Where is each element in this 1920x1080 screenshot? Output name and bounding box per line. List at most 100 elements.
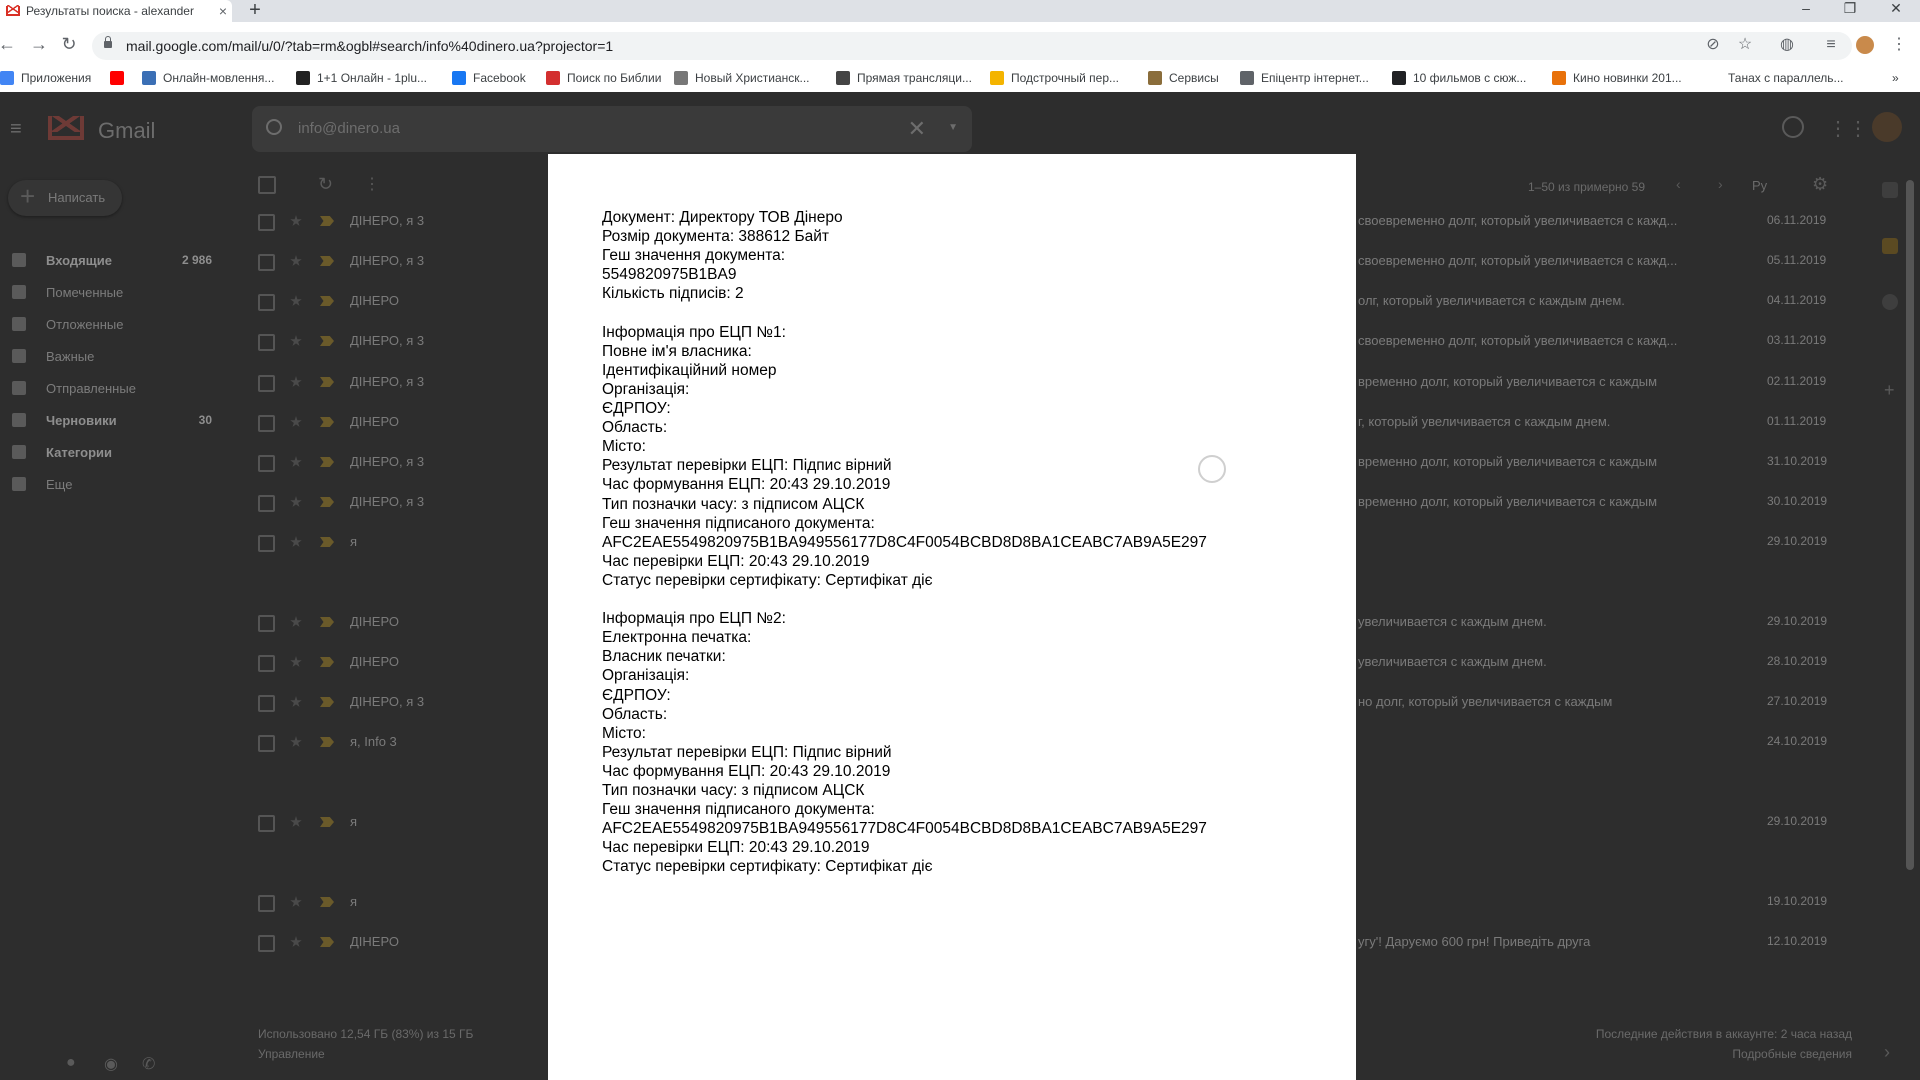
- row-checkbox[interactable]: [258, 655, 275, 672]
- row-checkbox[interactable]: [258, 695, 275, 712]
- select-all-checkbox[interactable]: [258, 176, 276, 194]
- bookmark-item[interactable]: Прямая трансляци...: [836, 71, 972, 85]
- star-icon[interactable]: [290, 376, 302, 387]
- address-bar[interactable]: mail.google.com/mail/u/0/?tab=rm&ogbl#se…: [92, 32, 1852, 60]
- row-checkbox[interactable]: [258, 294, 275, 311]
- browser-tab[interactable]: Результаты поиска - alexander ×: [0, 0, 232, 22]
- important-icon[interactable]: [320, 657, 334, 667]
- row-checkbox[interactable]: [258, 375, 275, 392]
- row-checkbox[interactable]: [258, 535, 275, 552]
- extension-globe-icon[interactable]: ◍: [1778, 36, 1796, 54]
- translate-icon[interactable]: ⊘: [1704, 36, 1722, 54]
- star-icon[interactable]: [290, 456, 302, 467]
- browser-menu-icon[interactable]: ⋮: [1890, 36, 1908, 54]
- important-icon[interactable]: [320, 296, 334, 306]
- main-menu-icon[interactable]: ≡: [10, 118, 22, 141]
- hangouts-icon[interactable]: ◉: [104, 1054, 118, 1074]
- bookmark-item[interactable]: Епіцентр інтернет...: [1240, 71, 1369, 85]
- side-panel-toggle-icon[interactable]: ›: [1884, 1042, 1890, 1063]
- bookmark-item[interactable]: Подстрочный пер...: [990, 71, 1119, 85]
- next-page-icon[interactable]: ›: [1718, 176, 1723, 192]
- row-checkbox[interactable]: [258, 735, 275, 752]
- contacts-icon[interactable]: ●: [66, 1054, 76, 1072]
- settings-gear-icon[interactable]: ⚙: [1812, 174, 1828, 195]
- star-icon[interactable]: [290, 656, 302, 667]
- row-checkbox[interactable]: [258, 415, 275, 432]
- row-checkbox[interactable]: [258, 455, 275, 472]
- bookmark-item[interactable]: Приложения: [0, 71, 91, 85]
- nav-item[interactable]: Черновики 30: [12, 410, 222, 430]
- bookmark-item[interactable]: Поиск по Библии: [546, 71, 661, 85]
- clear-search-icon[interactable]: ✕: [908, 116, 926, 142]
- important-icon[interactable]: [320, 697, 334, 707]
- nav-item[interactable]: Отложенные: [12, 314, 222, 334]
- search-input[interactable]: info@dinero.ua: [298, 120, 400, 137]
- row-checkbox[interactable]: [258, 334, 275, 351]
- star-icon[interactable]: [290, 335, 302, 346]
- search-icon[interactable]: [266, 119, 282, 135]
- more-actions-icon[interactable]: ⋮: [364, 174, 380, 194]
- important-icon[interactable]: [320, 417, 334, 427]
- prev-page-icon[interactable]: ‹: [1676, 176, 1681, 192]
- star-icon[interactable]: [290, 896, 302, 907]
- star-icon[interactable]: [290, 616, 302, 627]
- help-icon[interactable]: [1782, 116, 1804, 138]
- window-close-icon[interactable]: ✕: [1876, 0, 1916, 22]
- nav-item[interactable]: Помеченные: [12, 282, 222, 302]
- tasks-side-icon[interactable]: [1882, 294, 1898, 310]
- profile-avatar[interactable]: [1856, 36, 1874, 54]
- bookmark-item[interactable]: 1+1 Онлайн - 1plu...: [296, 71, 427, 85]
- keep-side-icon[interactable]: [1882, 238, 1898, 254]
- details-link[interactable]: Подробные сведения: [1552, 1044, 1852, 1064]
- reload-icon[interactable]: ↻: [58, 34, 80, 55]
- row-checkbox[interactable]: [258, 254, 275, 271]
- bookmark-star-icon[interactable]: ☆: [1736, 36, 1754, 54]
- input-language-select[interactable]: Ру: [1752, 178, 1767, 193]
- star-icon[interactable]: [290, 496, 302, 507]
- star-icon[interactable]: [290, 255, 302, 266]
- search-options-icon[interactable]: ▼: [948, 122, 958, 133]
- page-scrollbar[interactable]: [1906, 180, 1914, 870]
- star-icon[interactable]: [290, 215, 302, 226]
- star-icon[interactable]: [290, 816, 302, 827]
- bookmark-item[interactable]: Кино новинки 201...: [1552, 71, 1682, 85]
- phone-icon[interactable]: ✆: [142, 1054, 155, 1074]
- row-checkbox[interactable]: [258, 615, 275, 632]
- star-icon[interactable]: [290, 416, 302, 427]
- nav-item[interactable]: Отправленные: [12, 378, 222, 398]
- bookmark-item[interactable]: [110, 71, 131, 85]
- refresh-icon[interactable]: ↻: [318, 174, 333, 195]
- star-icon[interactable]: [290, 736, 302, 747]
- row-checkbox[interactable]: [258, 815, 275, 832]
- bookmark-item[interactable]: Танах с параллель...: [1728, 71, 1844, 85]
- important-icon[interactable]: [320, 256, 334, 266]
- account-avatar[interactable]: [1872, 112, 1902, 142]
- more-bookmarks-icon[interactable]: »: [1892, 71, 1899, 85]
- star-icon[interactable]: [290, 696, 302, 707]
- calendar-side-icon[interactable]: [1882, 182, 1898, 198]
- back-icon[interactable]: ←: [0, 34, 18, 55]
- nav-item[interactable]: Еще: [12, 474, 222, 494]
- important-icon[interactable]: [320, 457, 334, 467]
- star-icon[interactable]: [290, 936, 302, 947]
- restore-icon[interactable]: ❐: [1830, 0, 1870, 22]
- compose-button[interactable]: Написать: [8, 178, 122, 216]
- add-addon-icon[interactable]: +: [1884, 380, 1895, 401]
- row-checkbox[interactable]: [258, 935, 275, 952]
- important-icon[interactable]: [320, 737, 334, 747]
- bookmark-item[interactable]: 10 фильмов с сюж...: [1392, 71, 1526, 85]
- row-checkbox[interactable]: [258, 495, 275, 512]
- important-icon[interactable]: [320, 897, 334, 907]
- bookmark-item[interactable]: Facebook: [452, 71, 526, 85]
- star-icon[interactable]: [290, 295, 302, 306]
- row-checkbox[interactable]: [258, 214, 275, 231]
- close-tab-icon[interactable]: ×: [214, 3, 232, 19]
- nav-item[interactable]: Категории: [12, 442, 222, 462]
- row-checkbox[interactable]: [258, 895, 275, 912]
- bookmark-item[interactable]: Новый Христианск...: [674, 71, 810, 85]
- star-icon[interactable]: [290, 536, 302, 547]
- important-icon[interactable]: [320, 336, 334, 346]
- nav-item[interactable]: Входящие 2 986: [12, 250, 222, 270]
- important-icon[interactable]: [320, 377, 334, 387]
- nav-item[interactable]: Важные: [12, 346, 222, 366]
